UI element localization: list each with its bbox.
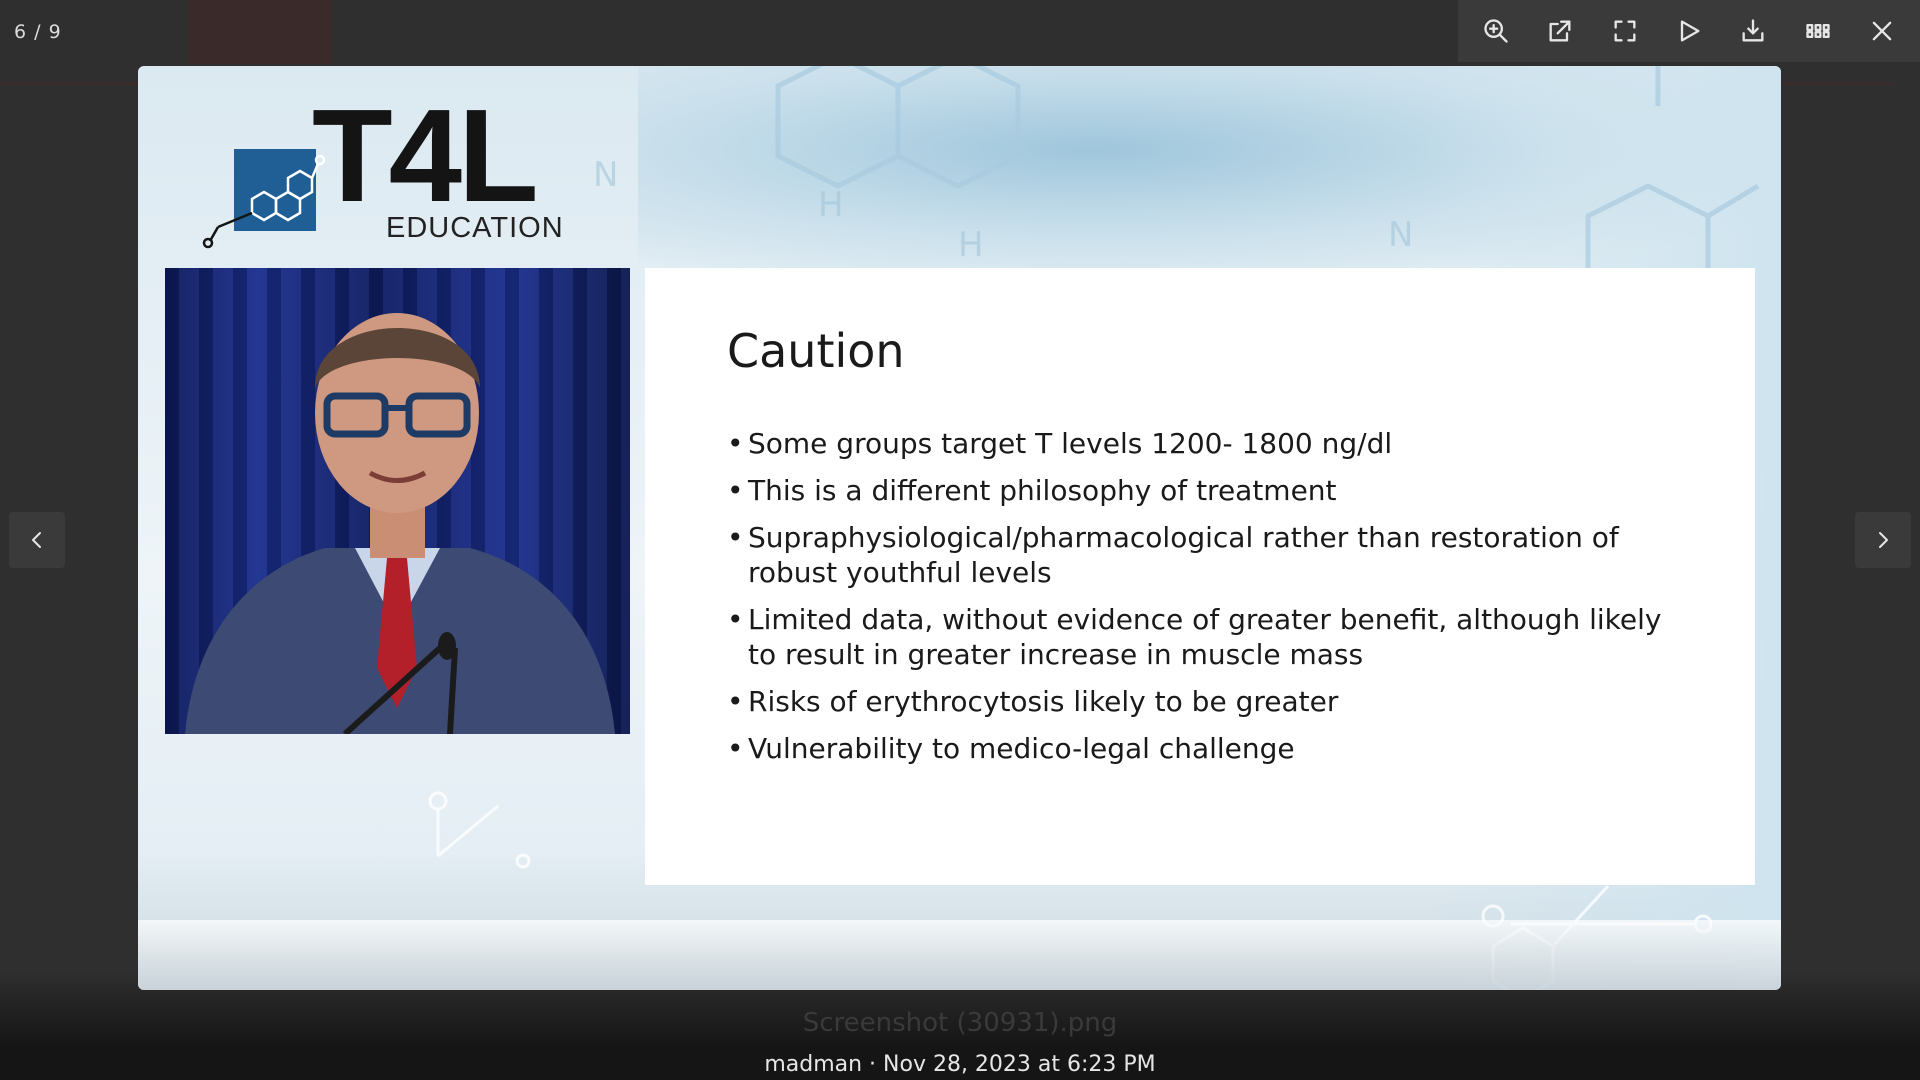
slideshow-play-button[interactable]: [1667, 9, 1711, 53]
viewer-toolbar: [1458, 0, 1920, 62]
bullet-list: Some groups target T levels 1200- 1800 n…: [727, 426, 1687, 778]
zoom-in-icon: [1484, 19, 1508, 43]
bullet-item: Risks of erythrocytosis likely to be gre…: [727, 684, 1687, 719]
grid-view-button[interactable]: [1796, 9, 1840, 53]
grid-icon: [1805, 24, 1830, 38]
svg-text:H: H: [818, 185, 844, 225]
bullet-item: Limited data, without evidence of greate…: [727, 602, 1687, 672]
fullscreen-button[interactable]: [1603, 9, 1647, 53]
download-icon: [1742, 19, 1764, 42]
background-header-block: [188, 0, 332, 64]
bullet-item: This is a different philosophy of treatm…: [727, 473, 1687, 508]
svg-text:N: N: [1388, 215, 1413, 255]
logo-subtitle: EDUCATION: [386, 212, 564, 244]
speaker-figure: [185, 313, 615, 734]
chevron-left-icon: [32, 532, 41, 548]
previous-image-button[interactable]: [9, 512, 65, 568]
slide-text-panel: Caution Some groups target T levels 1200…: [645, 268, 1755, 885]
play-icon: [1680, 20, 1700, 42]
download-button[interactable]: [1731, 9, 1775, 53]
logo-mark: [202, 149, 326, 249]
bullet-item: Supraphysiological/pharmacological rathe…: [727, 520, 1687, 590]
close-icon: [1872, 21, 1892, 41]
zoom-in-button[interactable]: [1474, 9, 1518, 53]
svg-text:N: N: [593, 155, 618, 195]
svg-text:H: H: [958, 225, 984, 265]
chevron-right-icon: [1879, 532, 1888, 548]
slide-bottom-shade: [138, 920, 1781, 990]
bullet-item: Vulnerability to medico-legal challenge: [727, 731, 1687, 766]
open-external-button[interactable]: [1538, 9, 1582, 53]
logo-wordmark: T4L: [312, 82, 539, 229]
fullscreen-icon: [1614, 20, 1636, 42]
close-button[interactable]: [1860, 9, 1904, 53]
image-counter: 6 / 9: [14, 21, 62, 43]
next-image-button[interactable]: [1855, 512, 1911, 568]
background-filename: Screenshot (30931).png: [802, 1008, 1118, 1038]
slide-title: Caution: [727, 324, 905, 378]
image-caption: madman · Nov 28, 2023 at 6:23 PM: [764, 1052, 1156, 1077]
speaker-video-frame: [165, 268, 630, 734]
slide-image: N H N H T4L EDUCATION Caution • Some gro…: [138, 66, 1781, 990]
t4l-education-logo: T4L EDUCATION: [200, 90, 563, 249]
bullet-item: Some groups target T levels 1200- 1800 n…: [727, 426, 1687, 461]
open-external-icon: [1549, 20, 1571, 42]
